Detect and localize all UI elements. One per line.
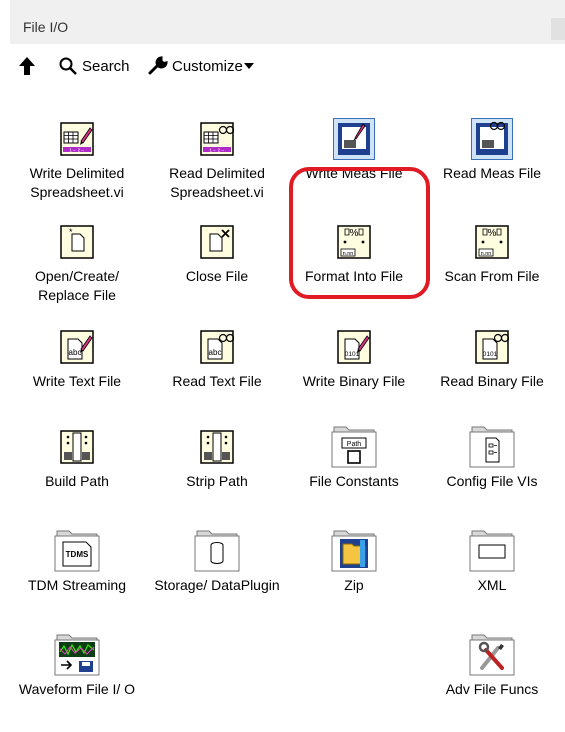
palette-item-label: Build Path xyxy=(45,473,109,489)
svg-text:1→ 2→: 1→ 2→ xyxy=(69,148,84,153)
wrench-icon xyxy=(148,56,168,75)
palette-item-open-create-replace-file[interactable]: * Open/Create/ Replace File xyxy=(12,219,142,319)
svg-text:0101: 0101 xyxy=(483,351,498,358)
palette-item-label: Read Binary File xyxy=(440,373,544,389)
palette-item-strip-path[interactable]: Strip Path xyxy=(152,424,282,524)
palette-item-read-binary-file[interactable]: 0101 Read Binary File xyxy=(427,324,557,424)
palette-item-label: Write Text File xyxy=(32,373,122,389)
palette-item-label: TDM Streaming xyxy=(27,577,127,593)
palette-item-adv-file-funcs[interactable]: Adv File Funcs xyxy=(427,632,557,732)
write-text-file-icon: abc xyxy=(60,330,94,369)
highlight-annotation xyxy=(289,167,430,299)
tdm-streaming-icon: TDMS xyxy=(53,528,101,577)
palette-item-label: Zip xyxy=(344,577,364,593)
palette-grid: 1→ 2→ Write Delimited Spreadsheet.vi 1→ 2→… xyxy=(10,86,565,731)
title-bar: File I/O xyxy=(10,0,565,44)
config-file-vis-icon xyxy=(468,424,516,473)
search-button[interactable]: Search xyxy=(58,54,130,78)
palette-item-scan-from-file[interactable]: % n.nn Scan From File xyxy=(427,219,557,319)
svg-text:TDMS: TDMS xyxy=(66,550,89,559)
build-path-icon xyxy=(60,430,94,469)
xml-icon xyxy=(468,528,516,577)
svg-text:*: * xyxy=(69,227,73,237)
svg-text:n.nn: n.nn xyxy=(481,251,492,257)
window-title: File I/O xyxy=(23,19,69,35)
palette-item-write-binary-file[interactable]: 0101 Write Binary File xyxy=(289,324,419,424)
file-io-palette-window: File I/O Search Customize 1→ 2→ Write De… xyxy=(0,0,565,731)
palette-item-label: Storage/ DataPlugin xyxy=(154,577,280,593)
palette-item-tdm-streaming[interactable]: TDMS TDM Streaming xyxy=(12,528,142,628)
storage-dataplugin-icon xyxy=(193,528,241,577)
palette-item-close-file[interactable]: Close File xyxy=(152,219,282,319)
palette-item-write-text-file[interactable]: abc Write Text File xyxy=(12,324,142,424)
palette-item-label: Write Delimited Spreadsheet.vi xyxy=(29,165,125,200)
palette-item-label: Read Delimited Spreadsheet.vi xyxy=(169,165,265,200)
read-meas-file-icon xyxy=(471,118,513,165)
palette-item-label: Read Meas File xyxy=(442,165,542,181)
adv-file-funcs-icon xyxy=(468,632,516,681)
palette-item-xml[interactable]: XML xyxy=(427,528,557,628)
palette-item-label: File Constants xyxy=(309,473,399,489)
palette-item-label: Open/Create/ Replace File xyxy=(34,268,120,303)
strip-path-icon xyxy=(200,430,234,469)
palette-item-label: Write Binary File xyxy=(302,373,406,389)
palette-item-zip[interactable]: Zip xyxy=(289,528,419,628)
svg-text:abc: abc xyxy=(209,348,222,357)
up-button[interactable] xyxy=(18,54,36,78)
palette-item-file-constants[interactable]: Path File Constants xyxy=(289,424,419,524)
palette-item-read-delimited-spreadsheet[interactable]: 1→ 2→ Read Delimited Spreadsheet.vi xyxy=(152,116,282,216)
waveform-file-io-icon xyxy=(53,632,101,681)
palette-item-read-meas-file[interactable]: Read Meas File xyxy=(427,116,557,216)
search-label: Search xyxy=(82,57,130,75)
palette-item-label: Scan From File xyxy=(444,268,540,284)
palette-item-label: Read Text File xyxy=(172,373,262,389)
palette-toolbar: Search Customize xyxy=(10,44,565,86)
svg-text:abc: abc xyxy=(69,348,82,357)
svg-text:Path: Path xyxy=(347,441,362,448)
read-text-file-icon: abc xyxy=(200,330,235,369)
palette-item-label: Config File VIs xyxy=(446,473,538,489)
palette-item-label: Waveform File I/ O xyxy=(18,681,136,697)
palette-item-storage-dataplugin[interactable]: Storage/ DataPlugin xyxy=(152,528,282,628)
palette-item-label: XML xyxy=(477,577,507,593)
close-file-icon xyxy=(200,225,234,264)
svg-text:1→ 2→: 1→ 2→ xyxy=(209,148,224,153)
up-arrow-icon xyxy=(19,57,35,75)
palette-item-write-delimited-spreadsheet[interactable]: 1→ 2→ Write Delimited Spreadsheet.vi xyxy=(12,116,142,216)
customize-button[interactable]: Customize xyxy=(147,54,254,78)
open-create-replace-file-icon: * xyxy=(60,225,94,264)
palette-item-waveform-file-io[interactable]: Waveform File I/ O xyxy=(12,632,142,732)
file-constants-icon: Path xyxy=(330,424,378,473)
scan-from-file-icon: % n.nn xyxy=(475,225,509,264)
palette-item-label: Strip Path xyxy=(186,473,248,489)
zip-icon xyxy=(330,528,378,577)
search-icon xyxy=(59,57,77,75)
svg-text:%: % xyxy=(488,228,497,239)
palette-item-read-text-file[interactable]: abc Read Text File xyxy=(152,324,282,424)
read-binary-file-icon: 0101 xyxy=(475,330,510,369)
read-delimited-spreadsheet-icon: 1→ 2→ xyxy=(200,122,235,161)
palette-item-config-file-vis[interactable]: Config File VIs xyxy=(427,424,557,524)
write-delimited-spreadsheet-icon: 1→ 2→ xyxy=(60,122,94,161)
write-binary-file-icon: 0101 xyxy=(337,330,371,369)
customize-label: Customize xyxy=(172,57,243,75)
dropdown-arrow-icon xyxy=(243,63,254,69)
palette-item-label: Close File xyxy=(185,268,249,284)
palette-item-build-path[interactable]: Build Path xyxy=(12,424,142,524)
write-meas-file-icon xyxy=(333,118,375,165)
title-bar-button[interactable] xyxy=(551,18,565,40)
palette-item-label: Adv File Funcs xyxy=(445,681,539,697)
